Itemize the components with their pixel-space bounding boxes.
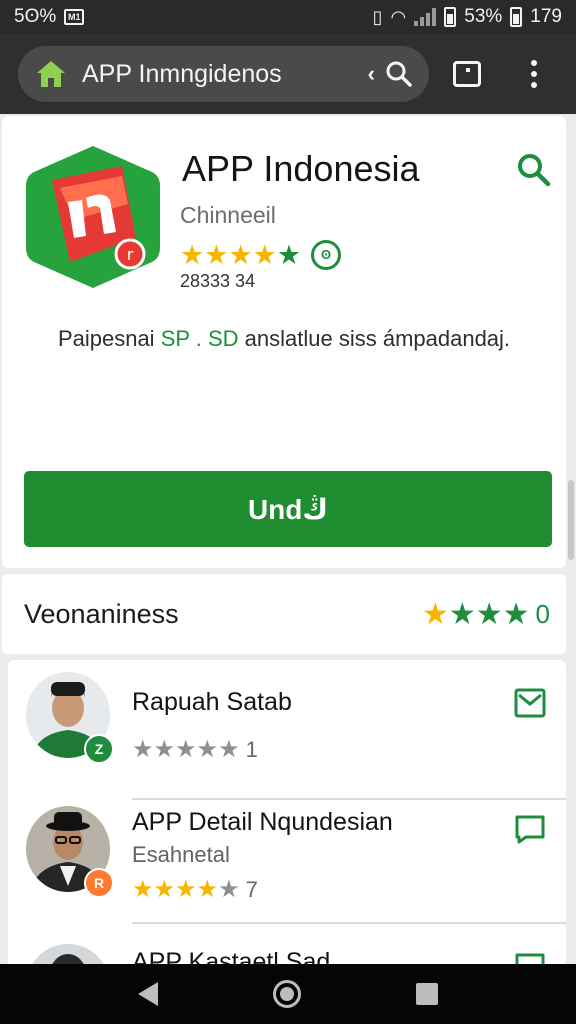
- search-icon[interactable]: [385, 60, 413, 88]
- vibrate-icon: ▯: [372, 6, 383, 27]
- address-bar[interactable]: APP Inmngidenos ‹: [18, 46, 429, 102]
- recents-icon[interactable]: [416, 983, 439, 1005]
- download-button[interactable]: Undڭ: [24, 471, 552, 547]
- star-icon: ★: [502, 597, 530, 631]
- app-bar: APP Inmngidenos ‹: [0, 34, 576, 114]
- star-icon: ★: [448, 597, 476, 631]
- app-developer: Chinneeil: [180, 202, 276, 228]
- back-arrow-icon[interactable]: ‹: [368, 61, 375, 87]
- star-icon: ★: [218, 876, 240, 903]
- app-detail-card: r APP Indonesia Chinneeil ★ ★ ★ ★ ★ ʘ 28…: [2, 116, 566, 568]
- list-item[interactable]: R APP Detail Nqundesian Esahnetal ★ ★ ★ …: [8, 784, 566, 924]
- app-description: Paipesnai SP . SD anslatlue siss ámpadan…: [2, 326, 566, 352]
- reviews-count: 0: [535, 598, 550, 629]
- reviews-rating: ★ ★ ★ ★ 0: [422, 599, 550, 630]
- star-icon: ★: [175, 876, 197, 903]
- app-rating: ★ ★ ★ ★ ★ ʘ: [180, 239, 342, 270]
- star-icon: ★: [218, 736, 240, 763]
- app-title: APP Indonesia: [182, 148, 420, 189]
- person-avatar-icon: [26, 944, 110, 966]
- review-role: Esahnetal: [132, 842, 230, 867]
- list-item[interactable]: Z Rapuah Satab ★ ★ ★ ★ ★ 1: [8, 660, 566, 800]
- emoji-icon: ʘ: [311, 240, 342, 270]
- battery-icon-2: [510, 7, 523, 27]
- chat-icon[interactable]: [514, 814, 546, 844]
- star-icon: ★: [252, 239, 277, 270]
- reviews-header[interactable]: Veonaniness ★ ★ ★ ★ 0: [2, 574, 566, 654]
- back-icon[interactable]: [137, 982, 158, 1006]
- star-icon: ★: [153, 736, 176, 763]
- battery-icon: [444, 7, 457, 27]
- avatar: [26, 944, 110, 966]
- star-icon: ★: [276, 239, 302, 270]
- list-item[interactable]: APP Kastaetl Sad: [8, 924, 566, 966]
- avatar-badge: R: [84, 868, 114, 898]
- status-right: ▯ ◠ 53% 179: [373, 6, 562, 28]
- scrollbar[interactable]: [568, 480, 574, 560]
- wifi-icon: ◠: [390, 6, 407, 27]
- review-rating: ★ ★ ★ ★ ★ 7: [132, 876, 258, 903]
- more-icon: [531, 60, 538, 88]
- review-rating: ★ ★ ★ ★ ★ 1: [132, 736, 258, 763]
- star-icon: ★: [196, 876, 219, 903]
- star-icon: ★: [228, 239, 253, 270]
- description-text-end: anslatlue siss ámpadandaj.: [238, 326, 511, 351]
- download-count: 28333 34: [180, 271, 256, 291]
- tabs-button[interactable]: [437, 46, 497, 102]
- home-icon[interactable]: [34, 58, 68, 90]
- star-icon: ★: [180, 239, 205, 270]
- notification-icon: M1: [64, 9, 85, 25]
- more-button[interactable]: [504, 46, 564, 102]
- review-name: APP Detail Nqundesian: [132, 808, 393, 836]
- status-left: 5ʘ% M1: [14, 6, 85, 28]
- review-list: Z Rapuah Satab ★ ★ ★ ★ ★ 1 R APP Detail …: [8, 660, 566, 966]
- svg-text:r: r: [127, 245, 134, 264]
- tabs-icon: [452, 61, 481, 87]
- review-count: 1: [245, 736, 258, 762]
- battery-percent: 53%: [464, 6, 503, 27]
- description-highlight: SP . SD: [160, 326, 239, 351]
- signal-icon: [414, 8, 437, 26]
- reviews-title: Veonaniness: [24, 598, 179, 629]
- description-text: Paipesnai: [57, 326, 161, 351]
- star-icon: ★: [204, 239, 229, 270]
- star-icon: ★: [196, 736, 219, 763]
- status-percent: 5ʘ%: [14, 6, 57, 27]
- star-icon: ★: [132, 876, 154, 903]
- star-icon: ★: [175, 736, 197, 763]
- star-icon: ★: [475, 597, 503, 631]
- status-bar: 5ʘ% M1 ▯ ◠ 53% 179: [0, 0, 576, 34]
- review-name: Rapuah Satab: [132, 688, 292, 716]
- review-count: 7: [245, 876, 258, 902]
- app-logo-icon: r: [26, 146, 160, 288]
- star-icon: ★: [153, 876, 176, 903]
- avatar-badge: Z: [84, 734, 114, 764]
- message-icon[interactable]: [514, 688, 546, 718]
- home-button-icon[interactable]: [272, 980, 301, 1008]
- clock: 179: [530, 6, 562, 27]
- search-icon[interactable]: [516, 152, 552, 188]
- star-icon: ★: [421, 597, 449, 631]
- star-icon: ★: [132, 736, 154, 763]
- app-bar-title: APP Inmngidenos: [82, 59, 282, 88]
- system-nav-bar: [0, 964, 576, 1024]
